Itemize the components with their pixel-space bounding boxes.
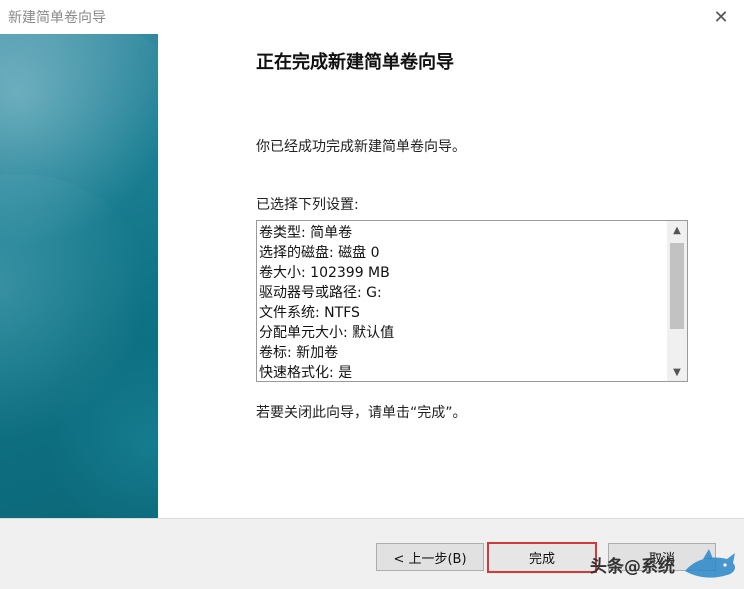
page-title: 正在完成新建简单卷向导 — [256, 52, 454, 73]
chevron-down-icon: ▼ — [673, 366, 681, 378]
close-hint-text: 若要关闭此向导，请单击“完成”。 — [256, 405, 467, 421]
settings-summary-box[interactable]: 卷类型: 简单卷 选择的磁盘: 磁盘 0 卷大小: 102399 MB 驱动器号… — [256, 220, 688, 382]
setting-line: 选择的磁盘: 磁盘 0 — [259, 245, 380, 261]
setting-line: 卷类型: 简单卷 — [259, 225, 353, 241]
settings-label: 已选择下列设置: — [256, 197, 359, 213]
setting-line: 分配单元大小: 默认值 — [259, 325, 395, 341]
completion-description: 你已经成功完成新建简单卷向导。 — [256, 139, 466, 155]
title-bar: 新建简单卷向导 ✕ — [0, 0, 744, 34]
setting-line: 快速格式化: 是 — [259, 365, 353, 381]
setting-line: 驱动器号或路径: G: — [259, 285, 382, 301]
back-button[interactable]: < 上一步(B) — [376, 543, 484, 571]
setting-line: 卷标: 新加卷 — [259, 345, 339, 361]
scroll-thumb[interactable] — [670, 243, 684, 329]
scroll-up-button[interactable]: ▲ — [667, 221, 687, 239]
close-button[interactable]: ✕ — [698, 0, 744, 34]
scroll-down-button[interactable]: ▼ — [667, 363, 687, 381]
cancel-button[interactable]: 取消 — [608, 543, 716, 571]
setting-line: 文件系统: NTFS — [259, 305, 360, 321]
chevron-up-icon: ▲ — [673, 224, 681, 236]
close-icon: ✕ — [713, 6, 729, 28]
wizard-side-banner — [0, 34, 158, 518]
vertical-scrollbar[interactable]: ▲ ▼ — [667, 221, 687, 381]
finish-button[interactable]: 完成 — [487, 542, 597, 573]
wizard-content: 正在完成新建简单卷向导 你已经成功完成新建简单卷向导。 已选择下列设置: 卷类型… — [158, 34, 744, 518]
settings-list: 卷类型: 简单卷 选择的磁盘: 磁盘 0 卷大小: 102399 MB 驱动器号… — [259, 223, 665, 381]
wizard-footer: < 上一步(B) 完成 取消 — [0, 519, 744, 589]
window-title: 新建简单卷向导 — [8, 10, 106, 26]
setting-line: 卷大小: 102399 MB — [259, 265, 390, 281]
